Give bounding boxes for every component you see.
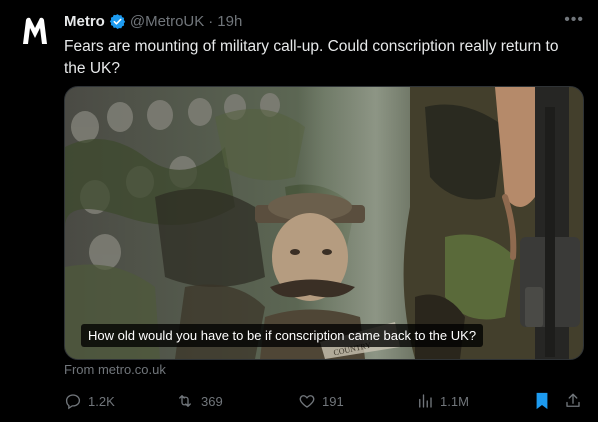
share-icon — [566, 393, 580, 407]
conscription-composite-image: COUNTRY — [65, 87, 583, 359]
views-icon — [419, 394, 432, 408]
like-count: 191 — [322, 393, 344, 409]
bookmark-button[interactable] — [534, 392, 556, 410]
reply-icon — [65, 394, 81, 410]
author-handle[interactable]: @MetroUK — [130, 13, 204, 30]
source-link[interactable]: From metro.co.uk — [64, 362, 166, 377]
timestamp[interactable]: 19h — [217, 13, 242, 30]
repost-count: 369 — [201, 393, 223, 409]
author-name[interactable]: Metro — [64, 13, 105, 30]
reply-button[interactable]: 1.2K — [64, 392, 115, 410]
tweet-media-image[interactable]: COUNTRY How old would you have to be if … — [64, 86, 584, 360]
action-bar: 1.2K 369 191 1.1M — [64, 392, 582, 412]
media-caption: How old would you have to be if conscrip… — [81, 324, 484, 347]
bookmark-icon — [536, 392, 548, 410]
like-icon — [299, 395, 315, 408]
separator-dot: · — [208, 12, 214, 30]
verified-badge-icon — [109, 13, 126, 30]
more-icon[interactable]: ••• — [564, 11, 584, 29]
share-button[interactable] — [564, 392, 588, 410]
avatar[interactable] — [14, 10, 56, 52]
reply-count: 1.2K — [88, 393, 115, 409]
views-count: 1.1M — [440, 393, 469, 409]
like-button[interactable]: 191 — [298, 392, 344, 410]
repost-icon — [179, 395, 191, 407]
views-button[interactable]: 1.1M — [416, 392, 469, 410]
tweet-header: Metro @MetroUK · 19h ••• — [64, 11, 584, 31]
tweet-text: Fears are mounting of military call-up. … — [64, 38, 559, 77]
repost-button[interactable]: 369 — [175, 392, 223, 410]
metro-logo-icon — [23, 17, 47, 44]
